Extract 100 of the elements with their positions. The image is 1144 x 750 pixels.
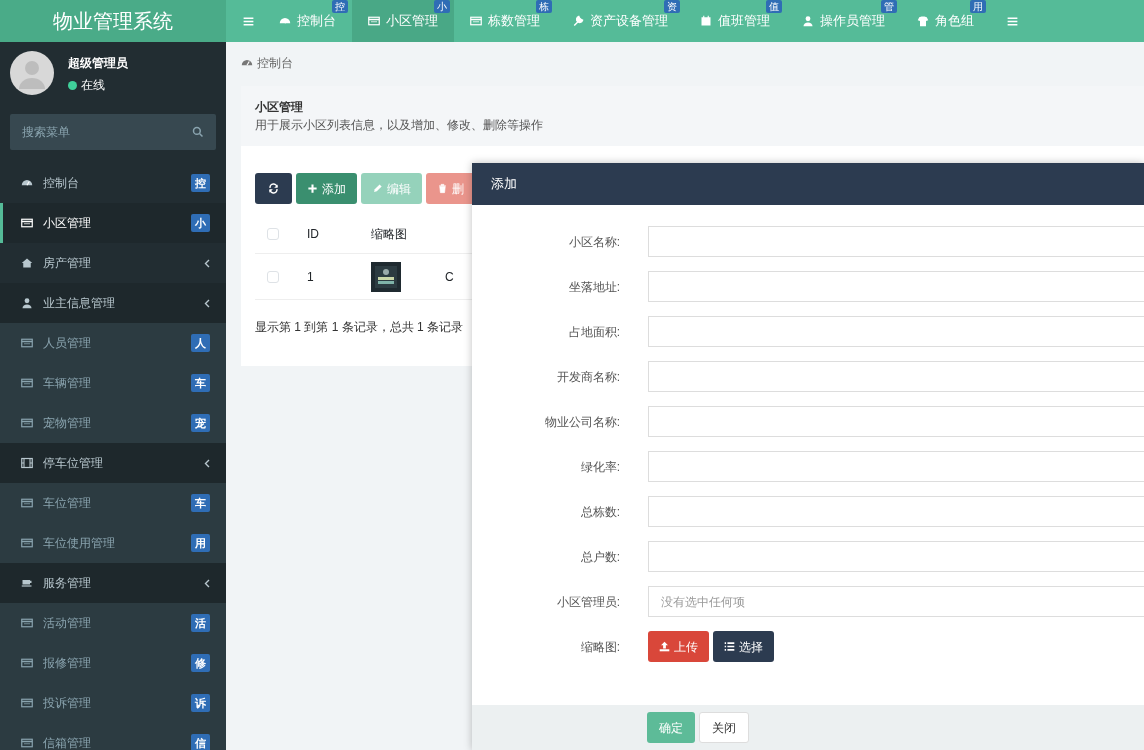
list-icon [21,617,33,629]
menu-badge: 修 [191,653,210,673]
panel-title: 小区管理 [255,99,304,116]
tab-badge: 控 [332,0,348,13]
list-icon [21,417,33,429]
input-field[interactable] [648,316,1144,347]
list-icon [21,657,33,669]
chevron-icon [204,298,210,308]
breadcrumb-link[interactable]: 控制台 [257,54,293,72]
list-icon [21,217,33,229]
nav-tab[interactable]: 资 资产设备管理 [556,0,684,42]
home-icon [21,257,33,269]
status-text: 在线 [81,77,105,94]
list-icon [21,697,33,709]
select-all-checkbox[interactable] [267,227,279,240]
menu-icon[interactable] [242,14,255,28]
table-cell-text: 1 [306,268,315,286]
sidebar-item[interactable]: 车辆管理 车 [0,363,226,403]
upload-button[interactable]: 上传 [648,631,709,662]
upload-icon [659,641,670,652]
list-icon [368,15,380,27]
nav-tab[interactable]: 用 角色组 [901,0,990,42]
nav-tab[interactable]: 小 小区管理 [352,0,454,42]
user-avatar [10,51,54,95]
sidebar-item[interactable]: 停车位管理 [0,443,226,483]
menu-badge: 信 [191,733,210,750]
nav-tab[interactable]: 值 值班管理 [684,0,786,42]
sidebar-item[interactable]: 控制台 控 [0,163,226,203]
calendar-icon [700,15,712,27]
tab-badge: 栋 [536,0,552,13]
nav-tab[interactable]: 栋 栋数管理 [454,0,556,42]
nav-tab[interactable]: 控 控制台 [263,0,352,42]
tab-badge: 值 [766,0,782,13]
list-icon [724,641,735,652]
chevron-icon [204,578,210,588]
input-field[interactable] [648,226,1144,257]
input-field[interactable] [648,361,1144,392]
input-field[interactable] [648,271,1144,302]
sidebar-item[interactable]: 报修管理 修 [0,643,226,683]
column-header: 缩略图 [370,225,408,243]
wrench-icon [572,15,584,27]
select-field[interactable]: 没有选中任何项 [648,586,1144,617]
tab-badge: 资 [664,0,680,13]
panel-description: 用于展示小区列表信息，以及增加、修改、删除等操作 [255,117,544,134]
refresh-button[interactable] [255,173,292,204]
sidebar-item[interactable]: 宠物管理 宠 [0,403,226,443]
sidebar-item[interactable]: 信箱管理 信 [0,723,226,750]
user-icon [802,15,814,27]
sidebar-item[interactable]: 投诉管理 诉 [0,683,226,723]
close-button[interactable]: 关闭 [699,712,749,743]
input-field[interactable] [648,541,1144,572]
shirt-icon [917,15,929,27]
menu-badge: 宠 [191,413,210,433]
choose-button[interactable]: 选择 [713,631,774,662]
pencil-icon [372,183,383,194]
field-label: 总户数: [579,548,621,566]
user-icon [21,297,33,309]
sidebar-item[interactable]: 活动管理 活 [0,603,226,643]
search-icon [192,126,204,138]
sidebar-item[interactable]: 服务管理 [0,563,226,603]
menu-badge: 车 [191,493,210,513]
input-field[interactable] [648,496,1144,527]
field-label: 物业公司名称: [543,413,621,431]
sidebar-item[interactable]: 车位管理 车 [0,483,226,523]
row-checkbox[interactable] [267,270,279,283]
add-button[interactable]: 添加 [296,173,357,204]
list-icon [21,337,33,349]
chevron-icon [204,258,210,268]
list-icon [21,537,33,549]
gauge-icon [279,15,291,27]
modal-title: 添加 [472,163,1144,205]
menu-badge: 车 [191,373,210,393]
sidebar-item[interactable]: 人员管理 人 [0,323,226,363]
menu-badge: 用 [191,533,210,553]
field-label: 总栋数: [579,503,621,521]
field-label: 缩略图: [579,638,621,656]
field-label: 绿化率: [579,458,621,476]
input-field[interactable] [648,451,1144,482]
sidebar-item[interactable]: 业主信息管理 [0,283,226,323]
gauge-icon [21,177,33,189]
sidebar-item[interactable]: 房产管理 [0,243,226,283]
table-cell-text: C [444,268,454,286]
gauge-icon [241,57,253,69]
chevron-icon [204,458,210,468]
input-field[interactable] [648,406,1144,437]
list-icon [21,377,33,389]
tab-badge: 小 [434,0,450,13]
cup-icon [21,577,33,589]
menu-badge: 活 [191,613,210,633]
nav-tab[interactable]: 管 操作员管理 [786,0,901,42]
search-field[interactable]: 搜索菜单 [10,114,216,150]
trash-icon [437,183,448,194]
app-logo-title: 物业管理系统 [0,0,226,42]
sidebar-item[interactable]: 小区管理 小 [0,203,226,243]
sidebar-item[interactable]: 车位使用管理 用 [0,523,226,563]
list-icon [470,15,482,27]
menu-icon [1006,14,1019,28]
menu-badge: 诉 [191,693,210,713]
user-name: 超级管理员 [68,55,128,72]
list-icon [21,737,33,749]
